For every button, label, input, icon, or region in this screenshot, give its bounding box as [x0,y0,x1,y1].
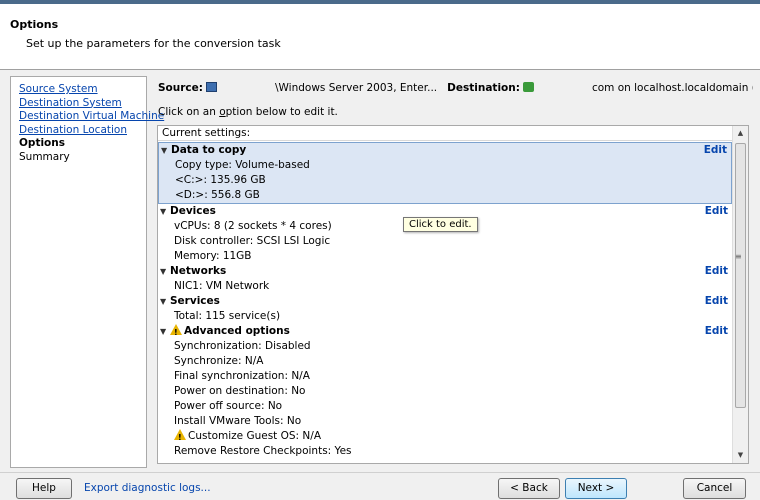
chevron-down-icon[interactable]: ▼ [160,204,170,219]
setting-item: Final synchronization: N/A [174,370,310,382]
scrollbar-thumb[interactable] [735,143,746,408]
source-label: Source: [158,82,203,94]
page-title: Options [10,18,59,31]
export-diagnostic-logs-link[interactable]: Export diagnostic logs... [84,482,211,494]
redacted-hostname [221,83,275,91]
section-title: Networks [170,265,227,277]
setting-item: Copy type: Volume-based [175,159,310,171]
current-settings-panel: Current settings: ▼ Data to copy Edit Copy… [157,125,749,464]
section-data-to-copy[interactable]: ▼ Data to copy Edit Copy type: Volume-base… [158,142,732,232]
setting-item-text: Customize Guest OS: N/A [188,430,322,442]
destination-value: com on localhost.localdomain (... [591,82,753,94]
cancel-button[interactable]: Cancel [683,478,746,499]
setting-item: Power on destination: No [174,385,306,397]
setting-item: Memory: 11GB [174,250,252,262]
help-button[interactable]: Help [16,478,72,499]
setting-item: <C:>: 135.96 GB [175,174,266,186]
source-value: \Windows Server 2003, Enter... [274,82,438,94]
section-title: Data to copy [171,144,247,156]
source-destination-bar: Source: \Windows Server 2003, Enter... De… [158,82,753,96]
chevron-down-icon[interactable]: ▼ [161,143,171,158]
chevron-down-icon[interactable]: ▼ [160,264,170,279]
vertical-scrollbar[interactable]: ▲ ≡ ▼ [732,126,748,463]
setting-item: Install VMware Tools: No [174,415,302,427]
edit-hint: Click on an option below to edit it. [158,106,338,118]
back-button[interactable]: < Back [498,478,560,499]
setting-item: NIC1: VM Network [174,280,270,292]
redacted-hostname [538,83,592,91]
section-title: Services [170,295,220,307]
setting-item: Synchronization: Disabled [174,340,311,352]
chevron-down-icon[interactable]: ▼ [160,324,170,339]
hint-suffix: ption below to edit it. [225,106,338,118]
section-services[interactable]: ▼ Services Edit Total: 115 service(s) [158,294,732,324]
next-button[interactable]: Next > [565,478,627,499]
sidebar-item-options: Options [19,137,65,149]
setting-item: Remove Restore Checkpoints: Yes [174,445,352,457]
page-subtitle: Set up the parameters for the conversion… [26,37,281,50]
chevron-down-icon[interactable]: ▼ [160,294,170,309]
computer-icon [205,82,217,92]
sidebar-item-summary: Summary [19,150,70,163]
setting-item: Disk controller: SCSI LSI Logic [174,235,331,247]
scroll-down-arrow-icon[interactable]: ▼ [733,448,748,463]
sidebar-item-destination-location[interactable]: Destination Location [19,124,146,138]
setting-item: Synchronize: N/A [174,355,264,367]
vm-host-icon [522,82,534,92]
warning-icon [174,429,186,445]
wizard-footer: Help Export diagnostic logs... < Back Ne… [0,472,760,500]
edit-data-to-copy-link[interactable]: Edit [704,143,727,158]
sidebar-item-source-system[interactable]: Source System [19,83,146,97]
settings-list: Current settings: ▼ Data to copy Edit Copy… [158,126,732,463]
section-title: Advanced options [184,325,290,337]
section-networks[interactable]: ▼ Networks Edit NIC1: VM Network [158,264,732,294]
scroll-up-arrow-icon[interactable]: ▲ [733,126,748,141]
section-devices[interactable]: ▼ Devices Edit vCPUs: 8 (2 sockets * 4 cor… [158,204,732,264]
wizard-header: Options Set up the parameters for the co… [0,4,760,70]
setting-item: <D:>: 556.8 GB [175,189,260,201]
setting-item: Power off source: No [174,400,283,412]
edit-devices-link[interactable]: Edit [705,204,728,219]
scroll-grip-icon: ≡ [735,252,742,261]
hint-prefix: Click on an [158,106,220,118]
section-advanced-options[interactable]: ▼ Advanced options Edit Synchronization: D… [158,324,732,459]
warning-icon [170,324,182,340]
setting-item-warning: Customize Guest OS: N/A [158,429,732,445]
edit-tooltip: Click to edit. [403,217,478,232]
section-title: Devices [170,205,216,217]
edit-services-link[interactable]: Edit [705,294,728,309]
wizard-steps-sidebar: Source System Destination System Destina… [10,76,164,468]
current-settings-header: Current settings: [158,126,732,141]
sidebar-item-destination-system[interactable]: Destination System [19,97,146,111]
edit-networks-link[interactable]: Edit [705,264,728,279]
setting-item: Total: 115 service(s) [174,310,281,322]
sidebar-item-destination-vm[interactable]: Destination Virtual Machine [19,110,164,124]
edit-advanced-options-link[interactable]: Edit [705,324,728,339]
destination-label: Destination: [447,82,520,94]
